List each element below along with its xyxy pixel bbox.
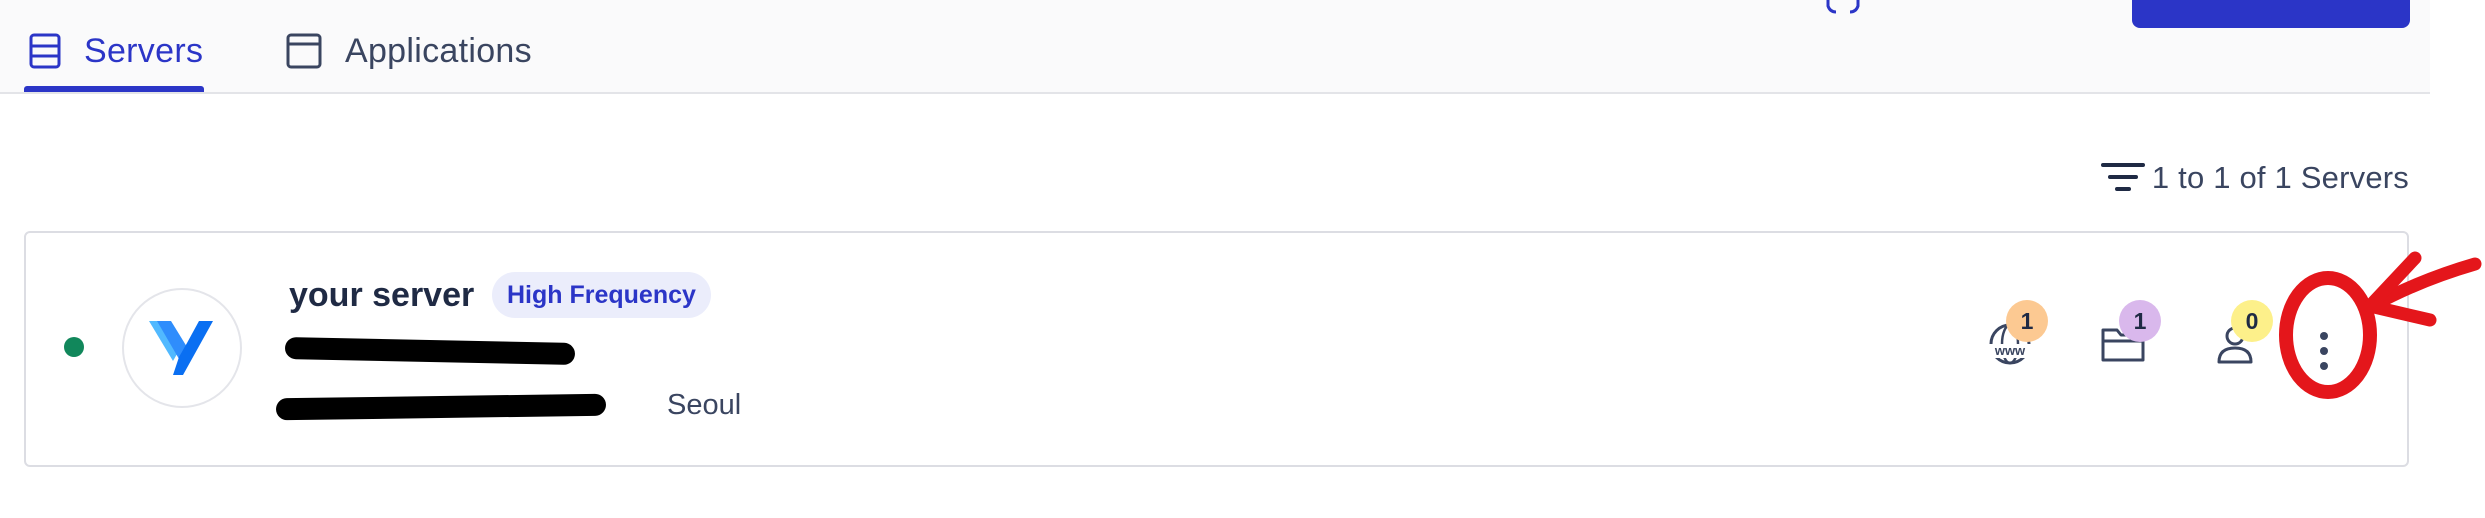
primary-action-button[interactable] <box>2132 0 2410 28</box>
server-name[interactable]: your server <box>289 276 474 315</box>
more-vertical-icon <box>2320 332 2328 340</box>
active-tab-indicator <box>24 86 204 92</box>
server-location: Seoul <box>667 389 742 421</box>
users-count-badge: 0 <box>2231 300 2273 342</box>
apps-count-badge: 1 <box>2119 300 2161 342</box>
more-options-button[interactable] <box>2300 318 2348 384</box>
plan-badge: High Frequency <box>492 272 711 318</box>
server-icon <box>29 33 61 69</box>
pagination-count: 1 to 1 of 1 Servers <box>2151 160 2409 195</box>
status-indicator <box>64 337 84 357</box>
refresh-icon[interactable] <box>1822 0 1864 14</box>
domains-count-badge: 1 <box>2006 300 2048 342</box>
redaction-mark <box>275 393 607 421</box>
tab-applications[interactable]: Applications <box>285 26 532 76</box>
tab-label: Servers <box>84 31 204 70</box>
tab-label: Applications <box>345 31 532 70</box>
window-icon <box>286 33 322 69</box>
top-bar: Servers Applications <box>0 0 2430 94</box>
provider-logo <box>122 288 242 408</box>
svg-text:www: www <box>1994 343 2026 358</box>
filter-icon[interactable] <box>2100 160 2146 194</box>
tab-servers[interactable]: Servers <box>28 26 203 76</box>
vultr-logo-icon <box>149 321 213 375</box>
